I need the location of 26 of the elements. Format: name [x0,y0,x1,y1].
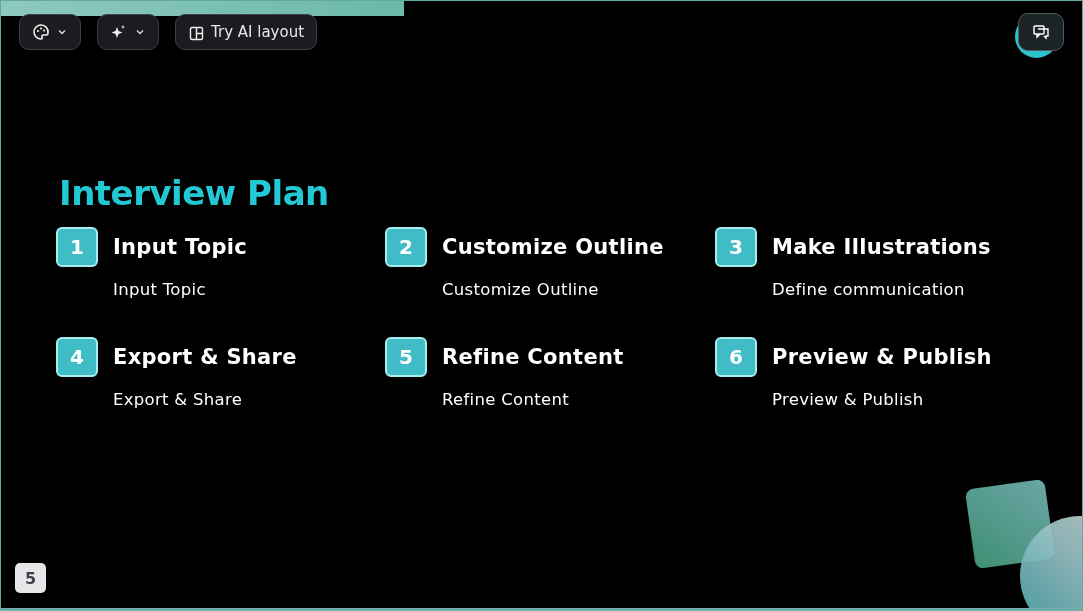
theme-button[interactable] [19,14,81,50]
step-title: Refine Content [442,345,625,369]
ai-layout-button[interactable]: Try AI layout [175,14,318,50]
step-title: Customize Outline [442,235,665,259]
step-description: Preview & Publish [772,390,925,409]
step-description: Customize Outline [442,280,600,299]
step-description: Refine Content [442,390,570,409]
step-number: 6 [715,337,757,377]
step-number: 3 [715,227,757,267]
step-title: Preview & Publish [772,345,993,369]
step-description: Input Topic [113,280,207,299]
slide-title: Interview Plan [59,173,330,213]
chat-button[interactable] [1018,13,1064,51]
step-description: Define communication [772,280,966,299]
step-number: 5 [385,337,427,377]
ai-button[interactable] [97,14,159,50]
chat-icon [1032,23,1050,41]
step-title: Input Topic [113,235,249,259]
step-title: Make Illustrations [772,235,992,259]
step-number: 2 [385,227,427,267]
step-description: Export & Share [113,390,244,409]
palette-icon [32,23,50,41]
page-number: 5 [15,563,46,593]
step-number: 1 [56,227,98,267]
step-title: Export & Share [113,345,298,369]
step-number: 4 [56,337,98,377]
